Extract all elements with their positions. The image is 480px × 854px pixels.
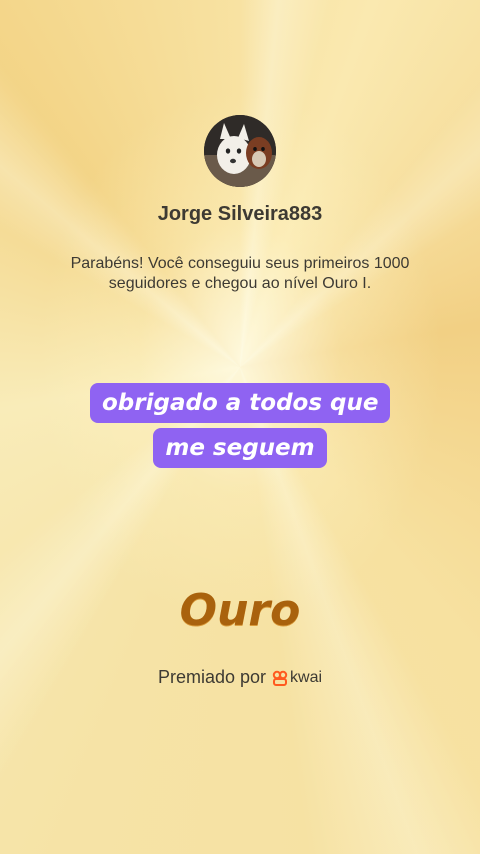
kwai-icon <box>272 670 288 686</box>
level-title: Ouro <box>179 585 301 636</box>
awarded-by: Premiado por kwai <box>0 667 480 688</box>
caption-text: obrigado a todos que me seguem <box>90 383 391 468</box>
username: Jorge Silveira883 <box>157 203 323 225</box>
caption-sticker: obrigado a todos que me seguem <box>0 382 480 472</box>
congratulation-message: Parabéns! Você conseguiu seus primeiros … <box>70 255 410 292</box>
avatar-dogs-image <box>204 115 276 187</box>
awarded-by-label: Premiado por <box>157 667 267 687</box>
avatar[interactable] <box>204 115 276 187</box>
kwai-brand-text: kwai <box>290 668 323 686</box>
kwai-logo: kwai <box>272 669 322 687</box>
